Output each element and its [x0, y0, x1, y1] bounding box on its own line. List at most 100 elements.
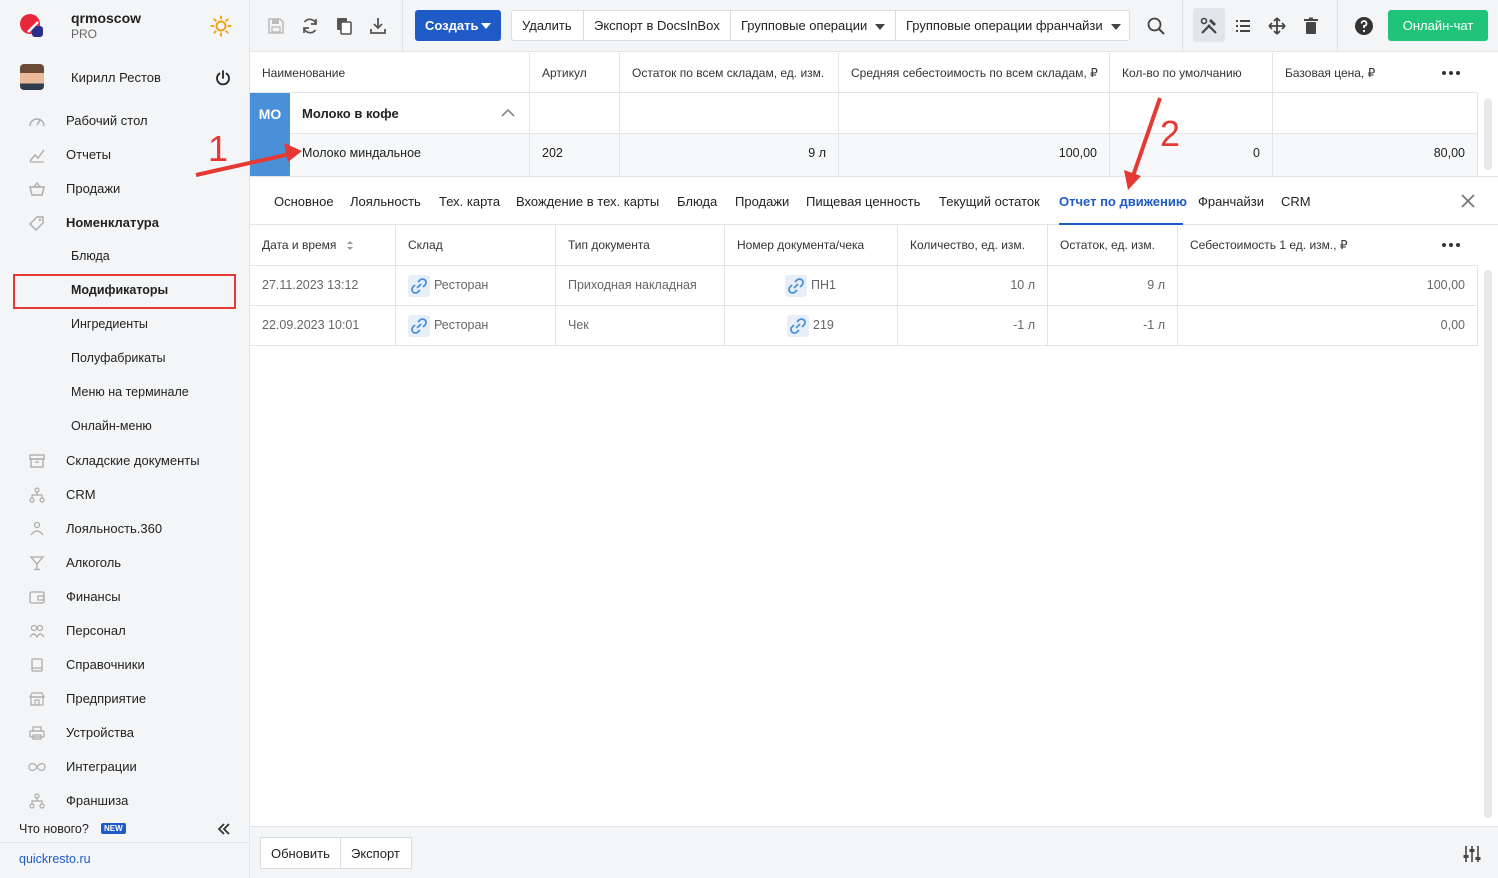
sidebar-subitem-semifinished[interactable]: Полуфабрикаты: [0, 344, 249, 374]
save-icon[interactable]: [266, 16, 286, 36]
sidebar-item-warehouse-docs[interactable]: Складские документы: [0, 446, 249, 476]
sidebar-item-crm[interactable]: CRM: [0, 480, 249, 510]
sidebar-item-sales[interactable]: Продажи: [0, 174, 249, 204]
sidebar-item-finance[interactable]: Финансы: [0, 582, 249, 612]
chevron-down-icon: [875, 23, 886, 30]
refresh-button[interactable]: Обновить: [260, 837, 341, 869]
tab-sales[interactable]: Продажи: [735, 194, 789, 209]
column-header-avg-cost[interactable]: Средняя себестоимость по всем складам, ₽: [839, 53, 1110, 93]
chevron-down-icon: [1110, 23, 1121, 30]
export-button[interactable]: Экспорт: [340, 837, 412, 869]
help-icon[interactable]: [1354, 16, 1374, 36]
brand-name[interactable]: qrmoscow: [71, 10, 141, 26]
tab-current-stock[interactable]: Текущий остаток: [939, 194, 1040, 209]
more-options-icon[interactable]: [1441, 242, 1461, 248]
sidebar-item-loyalty[interactable]: Лояльность.360: [0, 514, 249, 544]
column-header-datetime[interactable]: Дата и время: [250, 225, 396, 266]
table-row[interactable]: 22.09.2023 10:01 Ресторан Чек 219 -1 л -…: [250, 306, 1478, 346]
column-header-article[interactable]: Артикул: [530, 53, 620, 93]
delete-button[interactable]: Удалить: [512, 11, 584, 40]
link-icon[interactable]: [408, 315, 430, 337]
sidebar-item-devices[interactable]: Устройства: [0, 718, 249, 748]
whats-new-link[interactable]: Что нового?: [19, 822, 89, 836]
link-icon[interactable]: [787, 315, 809, 337]
cell-balance: 9 л: [1147, 278, 1165, 292]
link-icon[interactable]: [785, 275, 807, 297]
tab-main[interactable]: Основное: [274, 194, 334, 209]
group-operations-dropdown[interactable]: Групповые операции: [731, 11, 896, 40]
column-header-warehouse[interactable]: Склад: [396, 225, 556, 266]
sidebar-subitem-ingredients[interactable]: Ингредиенты: [0, 310, 249, 340]
power-icon[interactable]: [214, 69, 232, 87]
divider: [897, 266, 898, 346]
sidebar-item-label: Рабочий стол: [66, 113, 148, 128]
scrollbar[interactable]: [1484, 98, 1492, 170]
column-header-unit-cost[interactable]: Себестоимость 1 ед. изм., ₽: [1178, 225, 1478, 266]
tab-nutrition[interactable]: Пищевая ценность: [806, 194, 920, 209]
group-name: Молоко в кофе: [302, 106, 399, 121]
trash-icon[interactable]: [1301, 16, 1321, 36]
tools-icon[interactable]: [1199, 16, 1219, 36]
sort-icon[interactable]: [346, 240, 354, 251]
collapse-sidebar-icon[interactable]: [216, 821, 232, 837]
tab-loyalty[interactable]: Лояльность: [350, 194, 421, 209]
more-options-icon[interactable]: [1441, 70, 1461, 76]
close-icon[interactable]: [1459, 192, 1477, 210]
basket-icon: [29, 182, 45, 196]
scrollbar[interactable]: [1484, 270, 1492, 818]
column-header-doc-type[interactable]: Тип документа: [556, 225, 725, 266]
row-base-price: 80,00: [1433, 146, 1465, 160]
sidebar-item-alcohol[interactable]: Алкоголь: [0, 548, 249, 578]
group-row[interactable]: [250, 93, 1478, 134]
column-header-name[interactable]: Наименование: [250, 53, 530, 93]
chevron-up-icon[interactable]: [500, 106, 516, 120]
tab-tech-card-entries[interactable]: Вхождение в тех. карты: [516, 194, 659, 209]
link-icon[interactable]: [408, 275, 430, 297]
export-docsinbox-button[interactable]: Экспорт в DocsInBox: [584, 11, 731, 40]
online-chat-button[interactable]: Онлайн-чат: [1388, 10, 1488, 41]
column-header-stock[interactable]: Остаток по всем складам, ед. изм.: [620, 53, 839, 93]
sun-icon[interactable]: [210, 15, 232, 37]
copy-icon[interactable]: [334, 16, 354, 36]
infinity-icon: [28, 763, 46, 771]
column-header-doc-number[interactable]: Номер документа/чека: [725, 225, 898, 266]
create-button[interactable]: Создать: [415, 10, 501, 41]
column-header-default-qty[interactable]: Кол-во по умолчанию: [1110, 53, 1273, 93]
cell-doc-number[interactable]: ПН1: [811, 278, 836, 292]
tab-crm[interactable]: CRM: [1281, 194, 1311, 209]
sidebar-subitem-terminal-menu[interactable]: Меню на терминале: [0, 378, 249, 408]
column-settings-icon[interactable]: [1462, 844, 1482, 864]
user-row[interactable]: Кирилл Рестов: [0, 60, 249, 96]
refresh-icon[interactable]: [300, 16, 320, 36]
sidebar-item-label: Устройства: [66, 725, 135, 740]
group-operations-franchise-dropdown[interactable]: Групповые операции франчайзи: [896, 11, 1129, 40]
cell-warehouse[interactable]: Ресторан: [434, 318, 488, 332]
site-link[interactable]: quickresto.ru: [19, 852, 91, 866]
divider: [0, 842, 249, 843]
sidebar-item-enterprise[interactable]: Предприятие: [0, 684, 249, 714]
sidebar-subitem-online-menu[interactable]: Онлайн-меню: [0, 412, 249, 442]
divider: [724, 266, 725, 346]
sidebar-item-franchise[interactable]: Франшиза: [0, 786, 249, 816]
download-icon[interactable]: [368, 16, 388, 36]
sidebar-subitem-dishes[interactable]: Блюда: [0, 242, 249, 272]
column-header-balance[interactable]: Остаток, ед. изм.: [1048, 225, 1178, 266]
table-row[interactable]: 27.11.2023 13:12 Ресторан Приходная накл…: [250, 266, 1478, 306]
sidebar-item-references[interactable]: Справочники: [0, 650, 249, 680]
sidebar-item-nomenclature[interactable]: Номенклатура: [0, 208, 249, 238]
tab-franchisees[interactable]: Франчайзи: [1198, 194, 1264, 209]
sidebar-item-integrations[interactable]: Интеграции: [0, 752, 249, 782]
divider: [1337, 0, 1338, 52]
divider: [838, 93, 839, 176]
search-icon[interactable]: [1146, 16, 1166, 36]
cell-doc-number[interactable]: 219: [813, 318, 834, 332]
list-icon[interactable]: [1233, 16, 1253, 36]
tab-movement-report[interactable]: Отчет по движению: [1059, 194, 1187, 209]
annotation-highlight-box: [13, 274, 236, 309]
move-icon[interactable]: [1267, 16, 1287, 36]
tab-dishes[interactable]: Блюда: [677, 194, 717, 209]
cell-warehouse[interactable]: Ресторан: [434, 278, 488, 292]
tab-tech-card[interactable]: Тех. карта: [439, 194, 500, 209]
sidebar-item-staff[interactable]: Персонал: [0, 616, 249, 646]
column-header-quantity[interactable]: Количество, ед. изм.: [898, 225, 1048, 266]
